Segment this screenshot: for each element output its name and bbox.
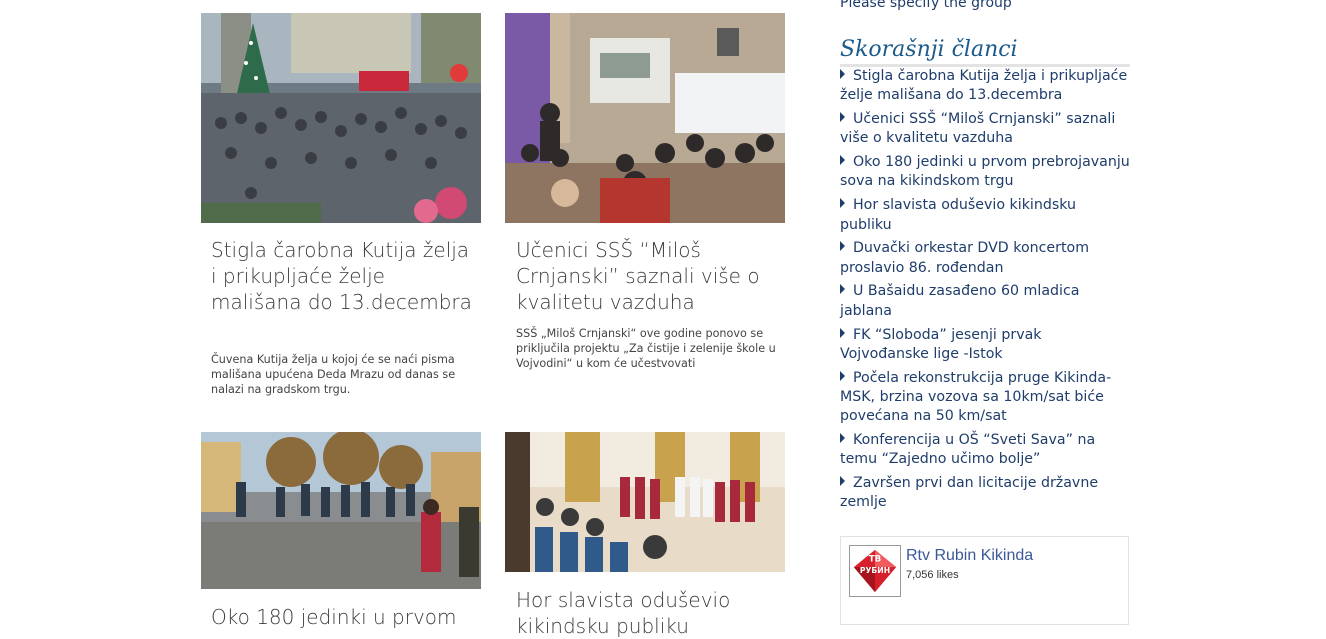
arrow-right-icon [840,112,845,123]
arrow-right-icon [840,198,845,209]
article-excerpt: Čuvena Kutija želja u kojoj će se naći p… [211,353,456,396]
svg-text:ТВ: ТВ [869,554,881,564]
recent-article-link[interactable]: Počela rekonstrukcija pruge Kikinda-MSK,… [840,369,1132,427]
arrow-right-icon [840,284,845,295]
recent-article-link[interactable]: Učenici SSŠ “Miloš Crnjanski” saznali vi… [840,110,1132,149]
article-title[interactable]: Učenici SSŠ “Miloš Crnjanski” saznali vi… [516,237,781,315]
recent-articles-heading: Skorašnji članci [840,36,1130,67]
facebook-page-widget: ТВ РУБИН Rtv Rubin Kikinda 7,056 likes [840,536,1129,625]
recent-articles-list: Stigla čarobna Kutija želja i prikupljać… [840,67,1132,517]
article-image-street-crowd[interactable] [201,432,481,589]
recent-article-link[interactable]: FK “Sloboda” jesenji prvak Vojvođanske l… [840,326,1132,365]
article-image-classroom[interactable] [505,13,785,223]
page-logo[interactable]: ТВ РУБИН [849,545,901,597]
recent-article-link[interactable]: U Bašaidu zasađeno 60 mladica jablana [840,282,1132,321]
arrow-right-icon [840,327,845,338]
arrow-right-icon [840,241,845,252]
article-title[interactable]: Oko 180 jedinki u prvom [211,604,476,630]
recent-article-link[interactable]: Stigla čarobna Kutija želja i prikupljać… [840,67,1132,106]
article-image-christmas-square[interactable] [201,13,481,223]
facebook-like-count: 7,056 likes [906,569,959,581]
arrow-right-icon [840,476,845,487]
facebook-page-name[interactable]: Rtv Rubin Kikinda [906,547,1033,565]
article-image-choir[interactable] [505,432,785,572]
recent-article-link[interactable]: Oko 180 jedinki u prvom prebrojavanju so… [840,153,1132,192]
recent-article-link[interactable]: Duvački orkestar DVD koncertom proslavio… [840,239,1132,278]
arrow-right-icon [840,155,845,166]
svg-text:РУБИН: РУБИН [860,566,890,575]
recent-article-link[interactable]: Hor slavista oduševio kikindsku publiku [840,196,1132,235]
article-excerpt: SSŠ „Miloš Crnjanski“ ove godine ponovo … [516,327,776,370]
arrow-right-icon [840,370,845,381]
article-title[interactable]: Stigla čarobna Kutija želja i prikupljać… [211,237,476,315]
arrow-right-icon [840,433,845,444]
recent-article-link[interactable]: Konferencija u OŠ “Sveti Sava” na temu “… [840,431,1132,470]
article-title[interactable]: Hor slavista oduševio kikindsku publiku [516,587,781,639]
arrow-right-icon [840,69,845,79]
recent-article-link[interactable]: Završen prvi dan licitacije državne zeml… [840,474,1132,513]
facebook-group-message: Please specify the group [840,0,1012,11]
